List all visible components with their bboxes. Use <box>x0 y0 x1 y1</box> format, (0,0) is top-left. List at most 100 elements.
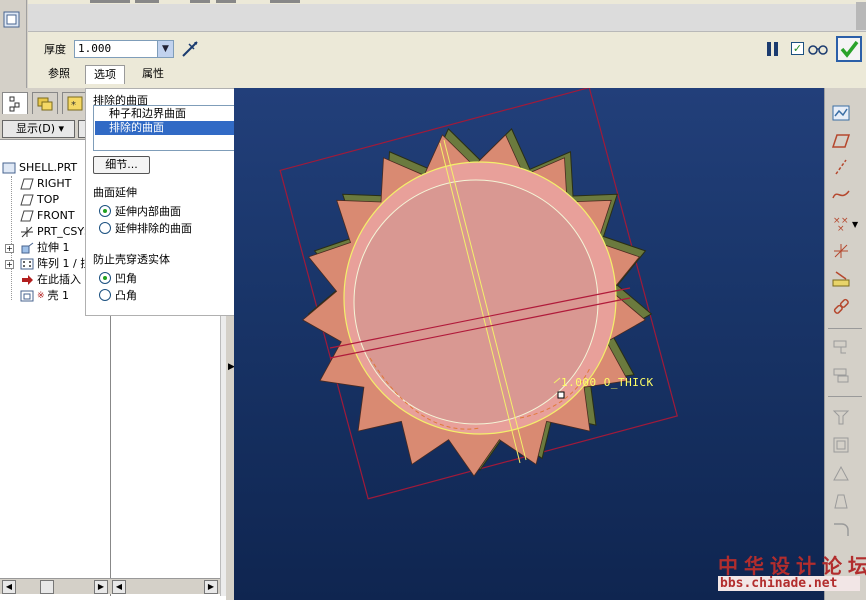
prevent-penetration-title: 防止壳穿透实体 <box>93 253 170 266</box>
datum-display-icon[interactable] <box>832 104 850 122</box>
checkmark-icon <box>840 40 859 58</box>
model-graphics <box>279 88 678 500</box>
new-feature-marker: ※ <box>37 291 45 301</box>
tree-horizontal-scrollbar-2[interactable]: ◀ ▶ <box>110 578 220 594</box>
expand-icon[interactable]: + <box>5 244 14 253</box>
tree-horizontal-scrollbar[interactable]: ◀ ▶ <box>0 578 110 594</box>
ok-button[interactable] <box>836 36 862 62</box>
svg-text:*: * <box>71 100 76 111</box>
excluded-surfaces-list[interactable]: 种子和边界曲面 排除的曲面 <box>93 105 251 151</box>
chevron-down-icon[interactable]: ▼ <box>157 41 173 57</box>
extrude-icon <box>20 242 34 254</box>
tree-item-part[interactable]: SHELL.PRT <box>2 160 77 176</box>
toolbar-divider <box>828 328 862 329</box>
tree-item-csys[interactable]: PRT_CSYS <box>20 224 91 240</box>
tree-item-label: SHELL.PRT <box>19 161 78 174</box>
datum-plane-tool-icon[interactable] <box>832 132 850 150</box>
tree-item-extrude[interactable]: 拉伸 1 <box>20 240 70 256</box>
insert-arrow-icon <box>20 274 34 286</box>
watermark-url: bbs.chinade.net <box>718 576 860 591</box>
folder-browser-tab[interactable] <box>32 92 58 114</box>
model-tree-tab[interactable] <box>2 92 28 114</box>
coordinate-system-icon <box>20 226 34 238</box>
gear-model <box>279 88 678 500</box>
radio-convex[interactable]: 凸角 <box>99 288 137 302</box>
radio-label: 延伸内部曲面 <box>115 205 181 218</box>
dashboard-message-area <box>28 4 866 32</box>
radio-off-icon <box>99 222 111 234</box>
tree-item-label: FRONT <box>37 209 75 222</box>
scroll-left-icon[interactable]: ◀ <box>2 580 16 594</box>
show-dropdown-button[interactable]: 显示(D) ▾ <box>2 120 75 138</box>
datum-axis-tool-icon[interactable] <box>832 158 850 176</box>
radio-label: 凹角 <box>115 272 137 285</box>
toolbar-divider <box>828 396 862 397</box>
paste-feature-icon[interactable] <box>832 366 850 384</box>
tree-item-right[interactable]: RIGHT <box>20 176 71 192</box>
scroll-left-icon[interactable]: ◀ <box>112 580 126 594</box>
datum-plane-icon <box>20 210 34 222</box>
tree-item-front[interactable]: FRONT <box>20 208 75 224</box>
left-icon-strip <box>0 0 27 88</box>
window-icon[interactable] <box>3 11 21 29</box>
tree-item-pattern[interactable]: 阵列 1 / 拉 <box>20 256 91 272</box>
tab-references[interactable]: 参照 <box>40 65 78 84</box>
preview-checkbox[interactable]: ✓ <box>791 42 804 55</box>
part-icon <box>2 162 16 174</box>
tab-options[interactable]: 选项 <box>85 65 125 84</box>
graphics-viewport[interactable] <box>234 88 824 600</box>
pause-icon[interactable] <box>767 42 779 56</box>
tab-properties[interactable]: 属性 <box>134 65 172 84</box>
radio-off-icon <box>99 289 111 301</box>
scroll-right-icon[interactable]: ▶ <box>94 580 108 594</box>
top-toolbar-remnant <box>90 0 300 4</box>
radio-extend-inner[interactable]: 延伸内部曲面 <box>99 204 181 218</box>
radio-label: 延伸排除的曲面 <box>115 222 192 235</box>
watermark-title: 中华设计论坛 <box>718 554 866 578</box>
glasses-preview-icon[interactable] <box>806 40 830 58</box>
radio-concave[interactable]: 凹角 <box>99 271 137 285</box>
svg-text:×: × <box>837 224 845 232</box>
datum-curve-tool-icon[interactable] <box>832 186 850 204</box>
datum-plane-icon <box>20 194 34 206</box>
round-tool-icon[interactable] <box>832 520 850 538</box>
pattern-icon <box>20 258 34 270</box>
tree-item-label: 拉伸 1 <box>37 241 70 254</box>
tree-item-label: RIGHT <box>37 177 72 190</box>
tree-item-shell[interactable]: ※ 壳 1 <box>20 288 69 304</box>
radio-on-icon <box>99 205 111 217</box>
rib-tool-icon[interactable] <box>832 464 850 482</box>
tree-item-label: PRT_CSYS <box>37 225 92 238</box>
dashboard-edge <box>856 2 866 30</box>
analysis-tool-icon[interactable] <box>832 270 850 288</box>
radio-extend-excluded[interactable]: 延伸排除的曲面 <box>99 221 192 235</box>
thickness-dimension-label[interactable]: 1.000 O_THICK <box>561 376 654 389</box>
thickness-label: 厚度 <box>44 43 66 56</box>
radio-on-icon <box>99 272 111 284</box>
panel-splitter[interactable] <box>226 316 234 600</box>
expand-icon[interactable]: + <box>5 260 14 269</box>
tree-item-label: 阵列 1 / 拉 <box>37 257 92 270</box>
tree-item-insert-here[interactable]: 在此插入 <box>20 272 81 288</box>
chain-link-icon[interactable] <box>832 298 850 316</box>
tree-connector-line <box>11 176 12 300</box>
datum-plane-icon <box>20 178 34 190</box>
tree-item-top[interactable]: TOP <box>20 192 59 208</box>
hole-tool-icon[interactable] <box>832 408 850 426</box>
scroll-right-icon[interactable]: ▶ <box>204 580 218 594</box>
scroll-thumb[interactable] <box>40 580 54 594</box>
list-item[interactable]: 种子和边界曲面 <box>95 107 249 121</box>
copy-feature-icon[interactable] <box>832 338 850 356</box>
surface-extend-title: 曲面延伸 <box>93 186 137 199</box>
flip-direction-icon[interactable] <box>180 39 200 59</box>
tree-item-label: TOP <box>37 193 60 206</box>
tree-item-label: 壳 1 <box>47 289 70 302</box>
shell-tool-icon[interactable] <box>832 436 850 454</box>
list-item-selected[interactable]: 排除的曲面 <box>95 121 249 135</box>
chevron-down-icon[interactable]: ▼ <box>852 220 858 229</box>
shell-icon <box>20 290 34 302</box>
details-button[interactable]: 细节... <box>93 156 150 174</box>
datum-point-tool-icon[interactable]: × ×× <box>832 214 850 232</box>
draft-tool-icon[interactable] <box>832 492 850 510</box>
coordinate-system-tool-icon[interactable] <box>832 242 850 260</box>
